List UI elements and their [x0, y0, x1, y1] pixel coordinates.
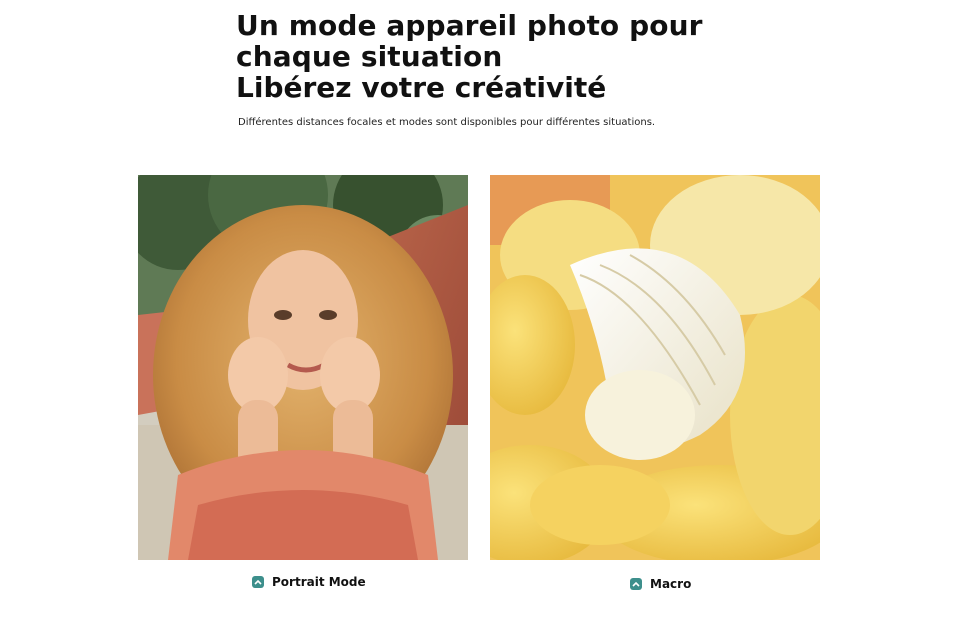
- section-title: Un mode appareil photo pour chaque situa…: [236, 9, 703, 73]
- section-description: Différentes distances focales et modes s…: [238, 117, 656, 128]
- macro-caption-label: Macro: [650, 577, 692, 591]
- section-header: Un mode appareil photo pour chaque situa…: [236, 10, 756, 103]
- section-subtitle: Libérez votre créativité: [236, 71, 607, 104]
- chevron-up-icon: [252, 576, 264, 588]
- portrait-mode-caption-label: Portrait Mode: [272, 575, 366, 589]
- macro-caption-button[interactable]: Macro: [630, 577, 691, 591]
- macro-photo: [490, 175, 820, 560]
- portrait-mode-caption-button[interactable]: Portrait Mode: [252, 575, 366, 589]
- chevron-up-icon: [630, 578, 642, 590]
- portrait-mode-photo: [138, 175, 468, 560]
